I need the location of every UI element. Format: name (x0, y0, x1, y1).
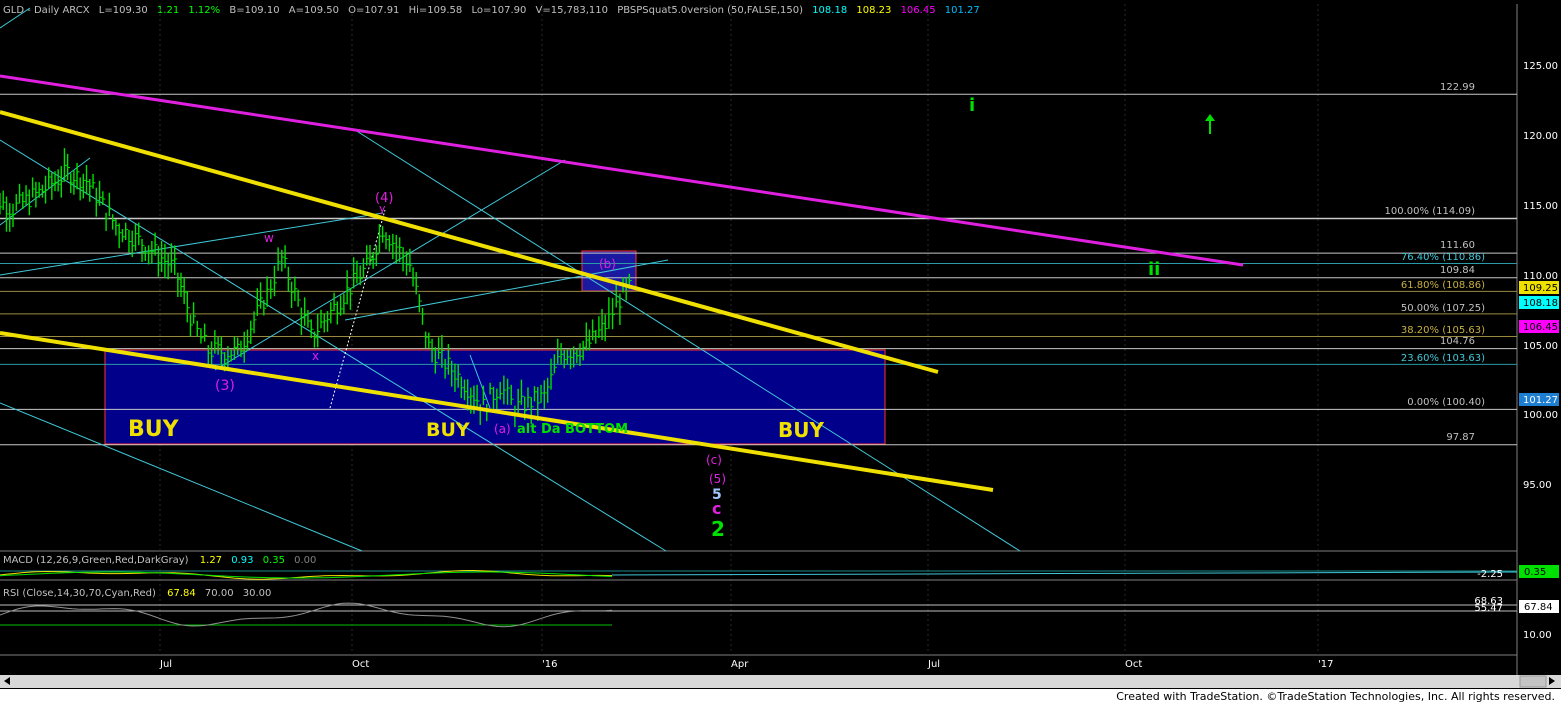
header-bid: B=109.10 (229, 5, 279, 16)
wave-x: x (312, 349, 319, 363)
header-high: Hi=109.58 (409, 5, 463, 16)
horizontal-scrollbar[interactable] (0, 675, 1561, 688)
y-tick-120: 120.00 (1523, 131, 1558, 142)
buy-label-left: BUY (128, 417, 180, 442)
header-volume: V=15,783,110 (536, 5, 608, 16)
fib-100: 100.00% (114.09) (1385, 206, 1476, 217)
rsi-badge: 67.84 (1524, 602, 1553, 613)
header-value-1: 108.18 (812, 5, 847, 16)
rsi-value-b: 70.00 (205, 588, 234, 599)
y-tick-110: 110.00 (1523, 271, 1558, 282)
header-open: O=107.91 (348, 5, 399, 16)
badge-109-25: 109.25 (1523, 283, 1558, 294)
level-104-76: 104.76 (1440, 336, 1475, 347)
wave-i: i (969, 95, 975, 116)
wave-a: (a) (494, 422, 511, 436)
x-tick-16: '16 (542, 659, 557, 670)
badge-106-45: 106.45 (1523, 322, 1558, 333)
svg-text:GLD - Daily ARCX L=109.30: GLD - Daily ARCX L=109.30 1.21 1.12% B=1… (3, 5, 980, 16)
fib-50: 50.00% (107.25) (1401, 303, 1485, 314)
macd-value-b: 0.93 (231, 555, 253, 566)
y-tick-125: 125.00 (1523, 61, 1558, 72)
header-value-2: 108.23 (856, 5, 891, 16)
wave-w: w (264, 231, 274, 245)
buy-label-middle: BUY (426, 419, 470, 441)
level-109-84: 109.84 (1440, 265, 1475, 276)
wave-ii: ii (1148, 259, 1160, 280)
wave-4: (4) (375, 191, 393, 206)
level-97-87: 97.87 (1446, 432, 1475, 443)
footer: Created with TradeStation. ©TradeStation… (0, 689, 1561, 705)
x-tick-oct2: Oct (1125, 659, 1142, 670)
x-tick-17: '17 (1318, 659, 1333, 670)
macd-axis-value: -2.25 (1477, 569, 1503, 580)
x-tick-jul: Jul (159, 659, 172, 670)
header-symbol: GLD - Daily ARCX (3, 5, 90, 16)
header-study: PBSPSquat5.0version (50,FALSE,150) (617, 5, 803, 16)
y-tick-105: 105.00 (1523, 341, 1558, 352)
copyright-text: Created with TradeStation. ©TradeStation… (1116, 690, 1555, 703)
header-last: L=109.30 (99, 5, 148, 16)
wave-c-sub: (c) (706, 453, 722, 467)
rsi-value-a: 67.84 (167, 588, 196, 599)
scrollbar-thumb[interactable] (1519, 675, 1547, 688)
wave-2: 2 (711, 517, 725, 541)
macd-value-c: 0.35 (263, 555, 285, 566)
x-tick-jul2: Jul (927, 659, 940, 670)
price-chart: GLD - Daily ARCX L=109.30 1.21 1.12% B=1… (0, 0, 1561, 705)
rsi-axis-10: 10.00 (1523, 630, 1552, 641)
rsi-axis-55: 55.47 (1474, 603, 1503, 614)
level-111-60: 111.60 (1440, 240, 1475, 251)
fib-38: 38.20% (105.63) (1401, 325, 1485, 336)
header-value-3: 106.45 (901, 5, 936, 16)
alt-bottom-label: alt Da BOTTOM (517, 422, 628, 437)
buy-label-right: BUY (778, 418, 824, 442)
y-tick-100: 100.00 (1523, 410, 1558, 421)
svg-text:MACD (12,26,9,Green,Red,DarkGr: MACD (12,26,9,Green,Red,DarkGray) 1.27 0… (3, 555, 316, 566)
x-tick-oct: Oct (352, 659, 369, 670)
fib-76: 76.40% (110.86) (1401, 252, 1485, 263)
wave-b: (b) (599, 257, 616, 271)
header-low: Lo=107.90 (471, 5, 526, 16)
y-tick-95: 95.00 (1523, 480, 1552, 491)
wave-5: (5) (709, 472, 726, 486)
macd-value-d: 0.00 (294, 555, 316, 566)
x-tick-apr: Apr (731, 659, 749, 670)
badge-101-27: 101.27 (1523, 395, 1558, 406)
y-tick-115: 115.00 (1523, 201, 1558, 212)
wave-3: (3) (215, 378, 235, 394)
header-percent: 1.12% (188, 5, 220, 16)
fib-61: 61.80% (108.86) (1401, 280, 1485, 291)
level-122-99: 122.99 (1440, 82, 1475, 93)
macd-label: MACD (12,26,9,Green,Red,DarkGray) (3, 555, 189, 566)
fib-23: 23.60% (103.63) (1401, 353, 1485, 364)
wave-c: c (712, 499, 721, 518)
macd-badge: 0.35 (1524, 567, 1546, 578)
svg-text:RSI (Close,14,30,70,Cyan,Red): RSI (Close,14,30,70,Cyan,Red) 67.84 70.0… (3, 588, 271, 599)
rsi-value-c: 30.00 (243, 588, 272, 599)
rsi-label: RSI (Close,14,30,70,Cyan,Red) (3, 588, 156, 599)
badge-108-18: 108.18 (1523, 298, 1558, 309)
macd-value-a: 1.27 (200, 555, 222, 566)
header-ask: A=109.50 (289, 5, 339, 16)
header-value-4: 101.27 (945, 5, 980, 16)
fib-0: 0.00% (100.40) (1407, 397, 1485, 408)
